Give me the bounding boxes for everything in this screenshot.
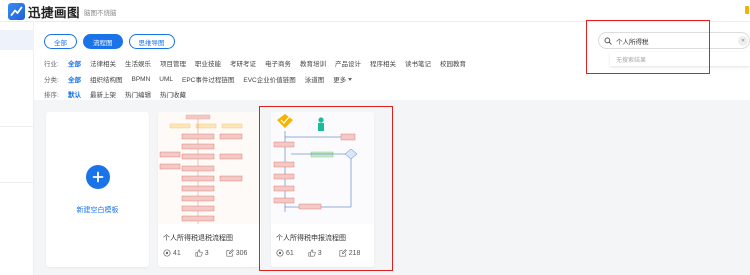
industry-chip-exam[interactable]: 考研考证 — [230, 58, 256, 68]
sidebar-divider — [0, 182, 34, 183]
main-content: 全部 流程图 思维导图 行业: 全部 法律相关 生活娱乐 项目管理 职业技能 考… — [34, 20, 750, 275]
template-title[interactable]: 个人所得税退税流程图 — [163, 233, 233, 243]
left-sidebar — [0, 22, 34, 275]
industry-chip-reading[interactable]: 读书笔记 — [405, 58, 431, 68]
industry-chip-product[interactable]: 产品设计 — [335, 58, 361, 68]
new-blank-template-card[interactable]: 新建空白模板 — [46, 112, 149, 267]
view-count: 41 — [163, 249, 181, 257]
search-box: ✕ — [598, 32, 750, 49]
template-thumbnail — [271, 112, 374, 224]
type-tabs: 全部 流程图 思维导图 — [44, 34, 175, 49]
category-chip-epc[interactable]: EPC事件过程链图 — [182, 74, 234, 84]
tab-flowchart[interactable]: 流程图 — [83, 34, 123, 49]
edit-count-value: 218 — [348, 249, 361, 257]
logo-icon — [8, 3, 25, 20]
top-header: 迅捷画图 脑图不烧脑 — [0, 0, 750, 22]
sort-default[interactable]: 默认 — [68, 89, 81, 99]
industry-chip-training[interactable]: 教育培训 — [300, 58, 326, 68]
industry-chip-law[interactable]: 法律相关 — [90, 58, 116, 68]
app-name: 迅捷画图 — [28, 6, 81, 20]
new-template-label: 新建空白模板 — [76, 206, 119, 214]
industry-chip-career[interactable]: 职业技能 — [195, 58, 221, 68]
edit-count: 306 — [226, 249, 248, 257]
category-chip-all[interactable]: 全部 — [68, 74, 81, 84]
tab-mindmap[interactable]: 思维导图 — [128, 34, 175, 49]
more-label: 更多 — [333, 77, 347, 84]
no-result-text: 无搜索结果 — [616, 57, 647, 64]
sidebar-divider — [0, 126, 34, 127]
industry-chip-programming[interactable]: 程序相关 — [370, 58, 396, 68]
category-more-dropdown[interactable]: 更多 — [333, 74, 353, 84]
thumbs-up-icon — [195, 249, 203, 257]
view-count: 61 — [276, 249, 294, 257]
template-card[interactable]: 个人所得税退税流程图 41 3 306 — [158, 112, 261, 267]
tab-all[interactable]: 全部 — [44, 34, 77, 49]
edit-count: 218 — [339, 249, 361, 257]
header-corner-icon[interactable] — [745, 6, 749, 14]
sort-row: 排序: 默认 最新上架 热门编辑 热门收藏 — [44, 89, 195, 99]
sort-hot-edit[interactable]: 热门编辑 — [125, 89, 151, 99]
template-stats: 61 3 218 — [276, 249, 372, 257]
eye-icon — [276, 249, 284, 257]
category-chip-bpmn[interactable]: BPMN — [132, 76, 151, 83]
industry-chip-all[interactable]: 全部 — [68, 58, 81, 68]
sort-newest[interactable]: 最新上架 — [90, 89, 116, 99]
category-chip-uml[interactable]: UML — [159, 76, 173, 83]
like-count-value: 3 — [317, 249, 322, 257]
chevron-down-icon — [348, 77, 353, 81]
category-label: 分类: — [44, 77, 59, 84]
like-count: 3 — [195, 249, 209, 257]
sidebar-item-active[interactable] — [0, 30, 34, 50]
clear-icon[interactable]: ✕ — [738, 36, 748, 46]
search-input[interactable] — [616, 34, 736, 47]
eye-icon — [163, 249, 171, 257]
template-thumbnail — [158, 112, 261, 224]
category-chip-swimlane[interactable]: 泳道图 — [305, 74, 325, 84]
edit-count-value: 306 — [235, 249, 248, 257]
search-suggestions: 无搜索结果 — [610, 52, 750, 66]
sort-label: 排序: — [44, 92, 59, 99]
sort-hot-favorite[interactable]: 热门收藏 — [160, 89, 186, 99]
category-filter-row: 分类: 全部 组织结构图 BPMN UML EPC事件过程链图 EVC企业价值链… — [44, 74, 353, 84]
app-logo[interactable]: 迅捷画图 — [8, 2, 80, 21]
edit-icon — [226, 249, 234, 257]
category-chip-evc[interactable]: EVC企业价值链图 — [243, 74, 295, 84]
industry-chip-ecommerce[interactable]: 电子商务 — [265, 58, 291, 68]
search-icon[interactable] — [604, 37, 612, 45]
header-divider — [76, 6, 77, 16]
view-count-value: 61 — [286, 249, 294, 257]
edit-icon — [339, 249, 347, 257]
template-stats: 41 3 306 — [163, 249, 259, 257]
like-count-value: 3 — [204, 249, 209, 257]
industry-filter-row: 行业: 全部 法律相关 生活娱乐 项目管理 职业技能 考研考证 电子商务 教育培… — [44, 58, 475, 68]
plus-icon — [85, 164, 110, 189]
like-count: 3 — [308, 249, 322, 257]
category-chip-org[interactable]: 组织结构图 — [90, 74, 123, 84]
template-title[interactable]: 个人所得税申报流程图 — [276, 233, 346, 243]
filter-panel: 全部 流程图 思维导图 行业: 全部 法律相关 生活娱乐 项目管理 职业技能 考… — [34, 20, 750, 100]
thumbs-up-icon — [308, 249, 316, 257]
industry-label: 行业: — [44, 61, 59, 68]
app-slogan: 脑图不烧脑 — [84, 10, 117, 17]
view-count-value: 41 — [173, 249, 181, 257]
industry-chip-project[interactable]: 项目管理 — [160, 58, 186, 68]
template-card[interactable]: 个人所得税申报流程图 61 3 218 — [271, 112, 374, 267]
industry-chip-campus[interactable]: 校园教育 — [440, 58, 466, 68]
industry-chip-life[interactable]: 生活娱乐 — [125, 58, 151, 68]
